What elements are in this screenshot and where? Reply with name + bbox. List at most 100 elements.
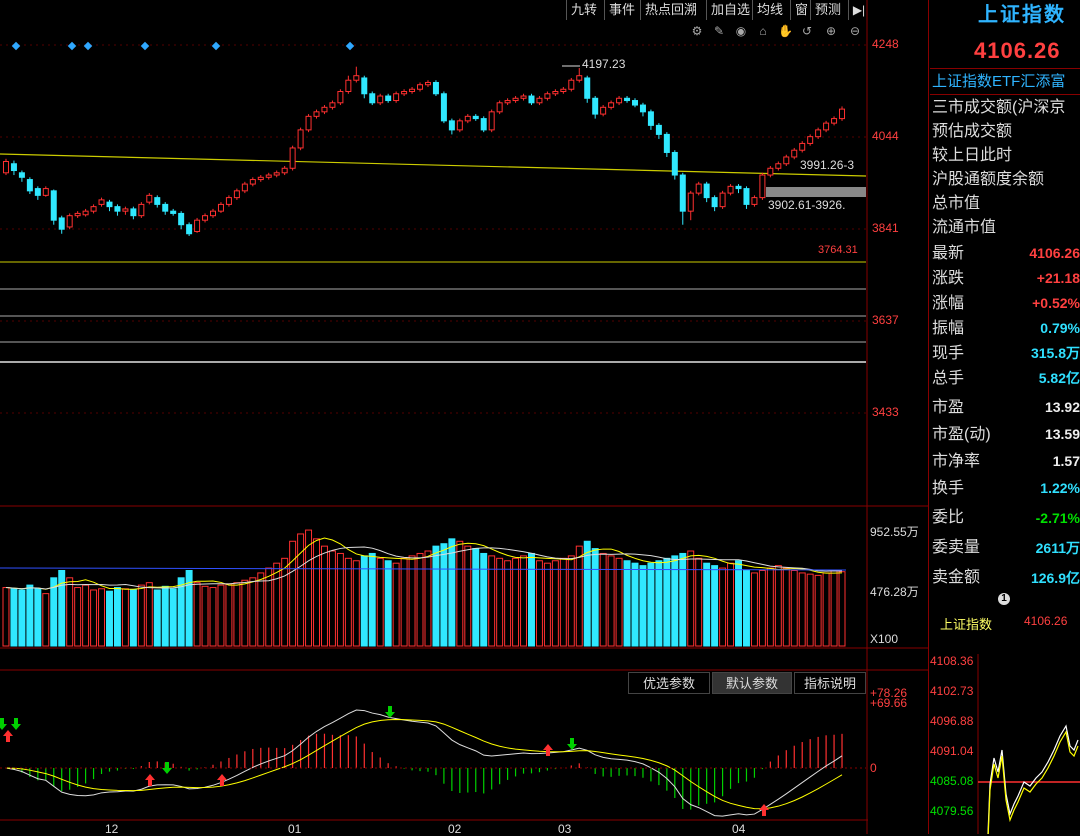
candle-body — [106, 201, 113, 208]
volume-bar — [575, 545, 583, 647]
signal-marker — [211, 41, 221, 51]
volume-bar — [257, 572, 265, 647]
candle-body — [289, 147, 296, 169]
candle-body — [504, 100, 511, 104]
volume-bar — [559, 557, 567, 647]
sell-arrow-icon — [0, 718, 7, 730]
valuation-row: 换手 1.22% — [932, 475, 1080, 502]
volume-bar — [384, 560, 392, 647]
candle-body — [647, 111, 654, 126]
volume-bar — [217, 584, 225, 647]
volume-bar — [639, 565, 647, 647]
volume-bar — [424, 550, 432, 647]
order-value: 2611万 — [1035, 540, 1080, 556]
volume-bar — [249, 577, 257, 647]
price-axis-label: 3637 — [872, 313, 899, 327]
candle-body — [743, 188, 750, 205]
volume-bar — [830, 569, 838, 647]
candle-body — [703, 183, 710, 199]
candle-body — [440, 93, 447, 122]
index-title: 上证指数 — [978, 4, 1066, 26]
quote-row: 涨幅 +0.52% — [932, 291, 1080, 316]
toolbar-item-5[interactable]: 窗 — [790, 0, 810, 20]
toolbar-item-2[interactable]: 热点回溯 — [640, 0, 706, 20]
toolbar-item-6[interactable]: 预测 — [810, 0, 846, 20]
candle-body — [337, 91, 344, 104]
candle-body — [329, 102, 336, 108]
candle-body — [401, 91, 408, 95]
market-info-row: 流通市值 — [932, 216, 1080, 240]
settings-icon[interactable]: ⚙ — [690, 24, 704, 38]
candle-body — [528, 95, 535, 104]
reset-icon[interactable]: ↺ — [800, 24, 814, 38]
quote-label: 现手 — [932, 345, 965, 362]
volume-bar — [782, 567, 790, 647]
candle-body — [831, 118, 838, 124]
page-indicator[interactable]: 1 — [998, 593, 1010, 605]
order-row: 委比 -2.71% — [932, 503, 1080, 533]
tab-indicator-help[interactable]: 指标说明 — [794, 672, 866, 694]
signal-marker — [67, 41, 77, 51]
quote-label: 总手 — [932, 370, 965, 387]
toolbar-item-0[interactable]: 九转 — [566, 0, 604, 20]
quote-row: 最新 4106.26 — [932, 241, 1080, 266]
volume-bar — [320, 545, 328, 647]
stock-chart[interactable] — [0, 0, 928, 834]
volume-bar — [241, 579, 249, 647]
hand-icon[interactable]: ✋ — [778, 24, 793, 38]
volume-bar — [209, 587, 217, 647]
volume-bar — [137, 584, 145, 647]
etf-link[interactable]: 上证指数ETF汇添富 — [930, 70, 1080, 94]
toolbar-item-1[interactable]: 事件 — [604, 0, 640, 20]
volume-bar — [113, 587, 121, 647]
candle-body — [66, 215, 73, 228]
eye-icon[interactable]: ◉ — [734, 24, 748, 38]
volume-bar — [790, 569, 798, 647]
order-value: 126.9亿 — [1030, 570, 1080, 586]
zoom-in-icon[interactable]: ⊕ — [824, 24, 838, 38]
panel-collapse-icon[interactable]: ▶| — [848, 0, 869, 20]
volume-multiplier: X100 — [870, 632, 899, 646]
volume-bar — [480, 552, 488, 647]
quote-value: +0.52% — [1032, 295, 1080, 311]
candle-body — [727, 185, 734, 194]
volume-bar — [472, 548, 480, 647]
candle-body — [98, 199, 105, 205]
quote-row: 总手 5.82亿 — [932, 366, 1080, 391]
tab-optimal-params[interactable]: 优选参数 — [628, 672, 710, 694]
toolbar-item-4[interactable]: 均线 — [752, 0, 790, 20]
tab-default-params[interactable]: 默认参数 — [712, 672, 792, 694]
signal-marker — [140, 41, 150, 51]
buy-arrow-icon — [217, 774, 227, 786]
candle-body — [313, 111, 320, 117]
volume-bar — [58, 569, 66, 647]
volume-bar — [2, 587, 10, 647]
volume-bar — [153, 589, 161, 647]
zoom-out-icon[interactable]: ⊖ — [848, 24, 862, 38]
candle-body — [50, 190, 57, 221]
candle-body — [616, 97, 623, 104]
signal-marker — [345, 41, 355, 51]
volume-bar — [26, 584, 34, 647]
candle-body — [815, 129, 822, 138]
signal-marker — [11, 41, 21, 51]
volume-bar — [74, 587, 82, 647]
volume-bar — [647, 562, 655, 647]
candle-body — [839, 108, 846, 120]
candle-body — [687, 192, 694, 212]
sell-arrow-icon — [162, 762, 172, 774]
candle-body — [464, 115, 471, 122]
volume-bar — [798, 572, 806, 647]
candle-body — [393, 93, 400, 102]
lock-icon[interactable]: ⌂ — [756, 24, 770, 38]
toolbar-item-3[interactable]: 加自选 — [706, 0, 752, 20]
candle-body — [241, 183, 248, 192]
volume-bar — [336, 552, 344, 647]
volume-bar — [703, 562, 711, 647]
draw-icon[interactable]: ✎ — [712, 24, 726, 38]
market-info-row: 三市成交额(沪深京 — [932, 96, 1080, 120]
volume-bar — [106, 590, 113, 647]
chart-area — [0, 0, 868, 834]
candle-body — [711, 197, 718, 208]
order-label: 卖金额 — [932, 569, 981, 586]
